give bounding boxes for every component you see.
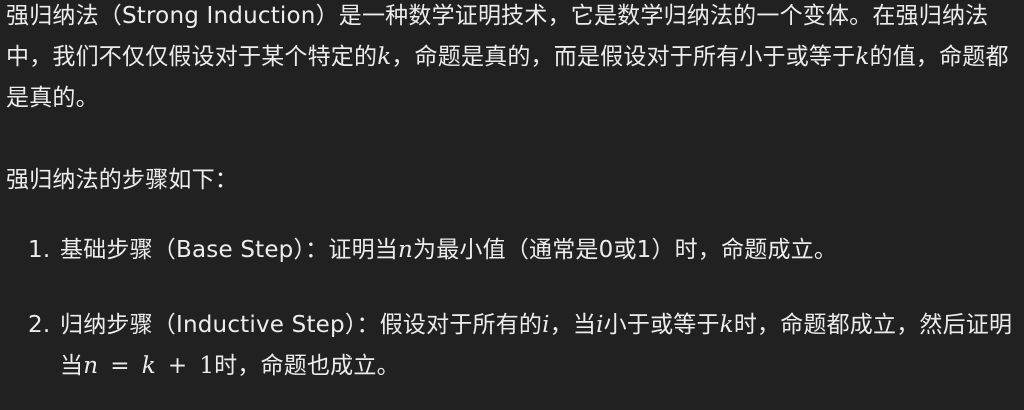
step-text-5: 时，命题也成立。: [214, 353, 400, 379]
math-var-k: k: [141, 353, 156, 379]
math-var-k: k: [719, 312, 734, 338]
math-var-n: n: [83, 353, 99, 379]
step-text-1: 归纳步骤（Inductive Step）：假设对于所有的: [60, 312, 543, 338]
step-text-2: 为最小值（通常是0或1）时，命题成立。: [413, 237, 838, 263]
list-item: 2. 归纳步骤（Inductive Step）：假设对于所有的i，当i小于或等于k…: [0, 305, 1020, 387]
math-plus: +: [167, 353, 188, 379]
intro-paragraph: 强归纳法（Strong Induction）是一种数学证明技术，它是数学归纳法的…: [6, 0, 1016, 119]
math-var-k: k: [377, 44, 392, 70]
math-var-i: i: [596, 312, 604, 338]
math-number-one: 1: [199, 353, 215, 379]
step-text-2: ，当: [549, 312, 597, 338]
list-number: 1.: [28, 237, 51, 263]
math-var-k: k: [855, 44, 870, 70]
list-number: 2.: [28, 312, 51, 338]
intro-text-2: ，命题是真的，而是假设对于所有小于或等于: [391, 44, 856, 70]
math-var-n: n: [398, 237, 414, 263]
math-equals: =: [110, 353, 130, 379]
list-item: 1. 基础步骤（Base Step）：证明当n为最小值（通常是0或1）时，命题成立…: [0, 230, 1020, 271]
steps-list: 1. 基础步骤（Base Step）：证明当n为最小值（通常是0或1）时，命题成立…: [0, 230, 1020, 387]
document-content: 强归纳法（Strong Induction）是一种数学证明技术，它是数学归纳法的…: [0, 0, 1024, 410]
steps-intro-paragraph: 强归纳法的步骤如下：: [6, 167, 238, 193]
step-text-3: 小于或等于: [603, 312, 720, 338]
math-var-i: i: [542, 312, 550, 338]
step-text-1: 基础步骤（Base Step）：证明当: [60, 237, 398, 263]
